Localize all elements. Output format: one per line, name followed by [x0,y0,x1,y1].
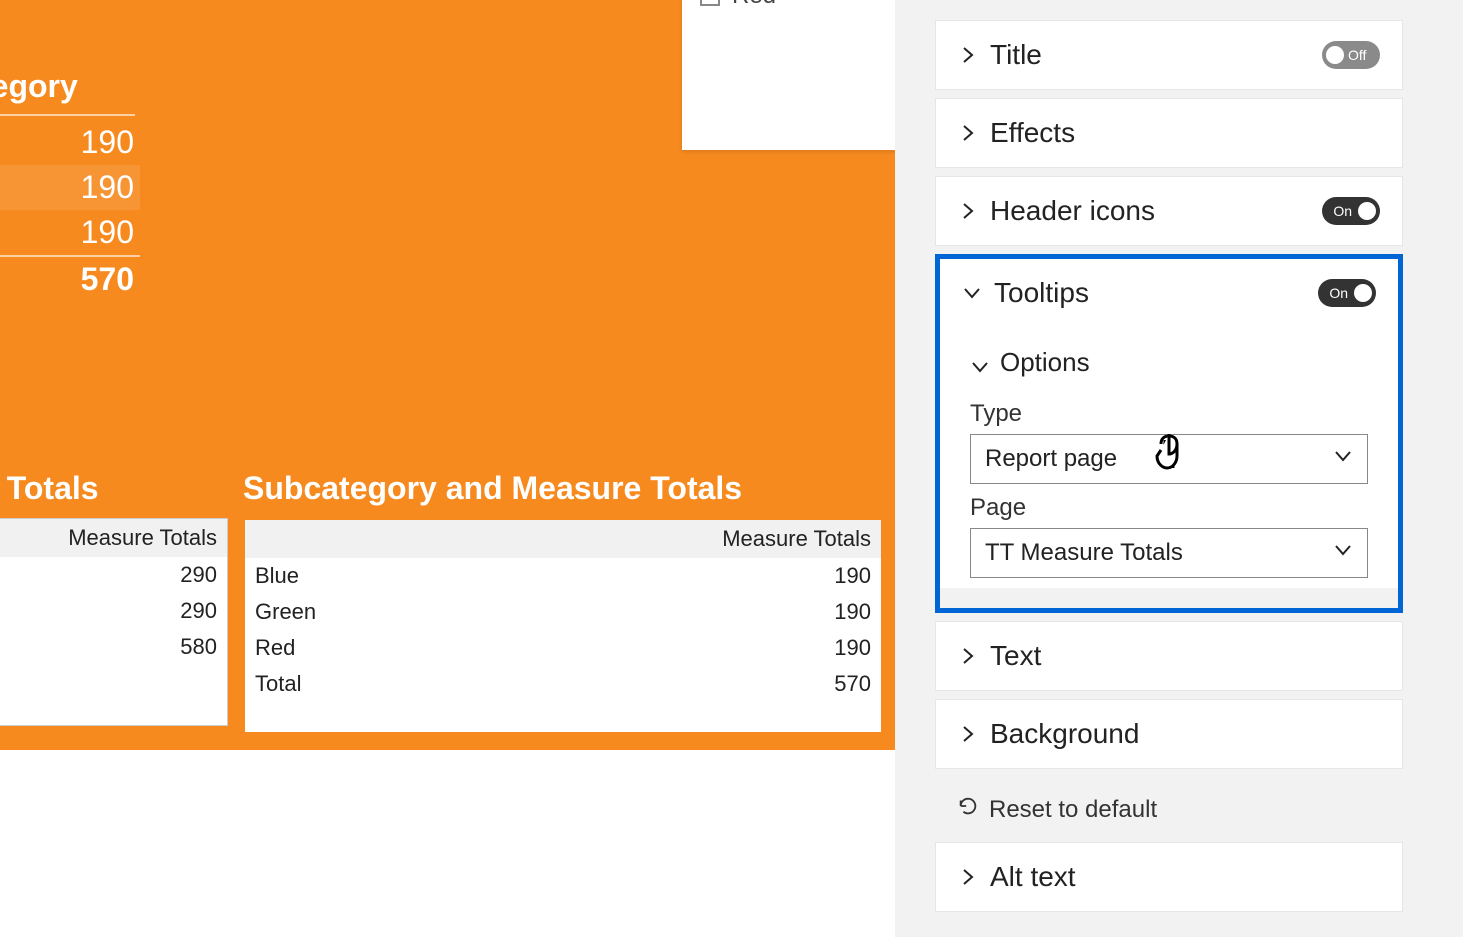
header-icons-toggle[interactable]: On [1322,197,1380,225]
format-pane[interactable]: Title Off Effects Header icons On Toolti… [895,0,1463,937]
page-select-value: TT Measure Totals [985,539,1333,567]
type-field-label: Type [970,400,1368,428]
chevron-right-icon [958,45,978,65]
chevron-down-icon [970,353,990,373]
chevron-down-icon [962,283,982,303]
options-header[interactable]: Options [970,335,1368,390]
slicer-card[interactable]: Red [682,0,895,150]
options-label: Options [1000,347,1090,378]
tooltips-highlight: Tooltips On Options Type Report page Pag… [935,254,1403,613]
column-header-partial: tegory [0,68,78,105]
section-tooltips[interactable]: Tooltips On Options Type Report page Pag… [940,259,1398,588]
header-underline [0,114,135,116]
section-label: Text [990,640,1380,672]
page-select[interactable]: TT Measure Totals [970,528,1368,578]
section-text[interactable]: Text [935,621,1403,691]
section-label: Alt text [990,861,1380,893]
chevron-down-icon [1333,445,1353,473]
reset-to-default[interactable]: Reset to default [935,777,1403,842]
chevron-right-icon [958,646,978,666]
tooltip-background: Red tegory 190 190 190 570 e Totals Subc… [0,0,895,750]
type-select[interactable]: Report page [970,434,1368,484]
table-row: 290 [0,593,227,629]
page-field-label: Page [970,494,1368,522]
upper-row-3: 190 [0,210,140,255]
chevron-right-icon [958,867,978,887]
tooltips-toggle[interactable]: On [1318,279,1376,307]
table-row: Blue190 [245,558,881,594]
table-row: Total570 [245,666,881,702]
section-label: Tooltips [994,277,1306,309]
section-header-icons[interactable]: Header icons On [935,176,1403,246]
upper-row-2: 190 [0,165,140,210]
left-table-title: e Totals [0,470,99,507]
report-canvas: Red tegory 190 190 190 570 e Totals Subc… [0,0,895,937]
sub-table-title: Subcategory and Measure Totals [243,470,742,507]
tooltips-options: Options Type Report page Page TT Measure… [940,327,1398,588]
left-table-col-measure: Measure Totals [17,525,217,551]
table-row: 290 [0,557,227,593]
slicer-item-red[interactable]: Red [682,0,895,12]
subcategory-table[interactable]: Measure Totals Blue190 Green190 Red190 T… [243,518,883,734]
chevron-right-icon [958,724,978,744]
section-label: Effects [990,117,1380,149]
left-table[interactable]: Measure Totals 290 290 580 [0,518,228,726]
table-row: 580 [0,629,227,665]
type-select-value: Report page [985,445,1333,473]
sub-table-header: Measure Totals [245,520,881,558]
section-background[interactable]: Background [935,699,1403,769]
upper-values-table: 190 190 190 570 [0,120,140,302]
title-toggle[interactable]: Off [1322,41,1380,69]
table-row: Red190 [245,630,881,666]
table-row: Green190 [245,594,881,630]
reset-label: Reset to default [989,796,1157,824]
upper-row-1: 190 [0,120,140,165]
chevron-right-icon [958,201,978,221]
slicer-label: Red [732,0,776,10]
left-table-header: Measure Totals [0,519,227,557]
section-label: Header icons [990,195,1310,227]
chevron-down-icon [1333,539,1353,567]
reset-icon [957,795,979,824]
section-label: Background [990,718,1380,750]
upper-total: 570 [0,255,140,302]
section-alt-text[interactable]: Alt text [935,842,1403,912]
checkbox-icon[interactable] [700,0,720,6]
section-label: Title [990,39,1310,71]
section-title[interactable]: Title Off [935,20,1403,90]
section-effects[interactable]: Effects [935,98,1403,168]
chevron-right-icon [958,123,978,143]
sub-table-col-measure: Measure Totals [671,526,871,552]
